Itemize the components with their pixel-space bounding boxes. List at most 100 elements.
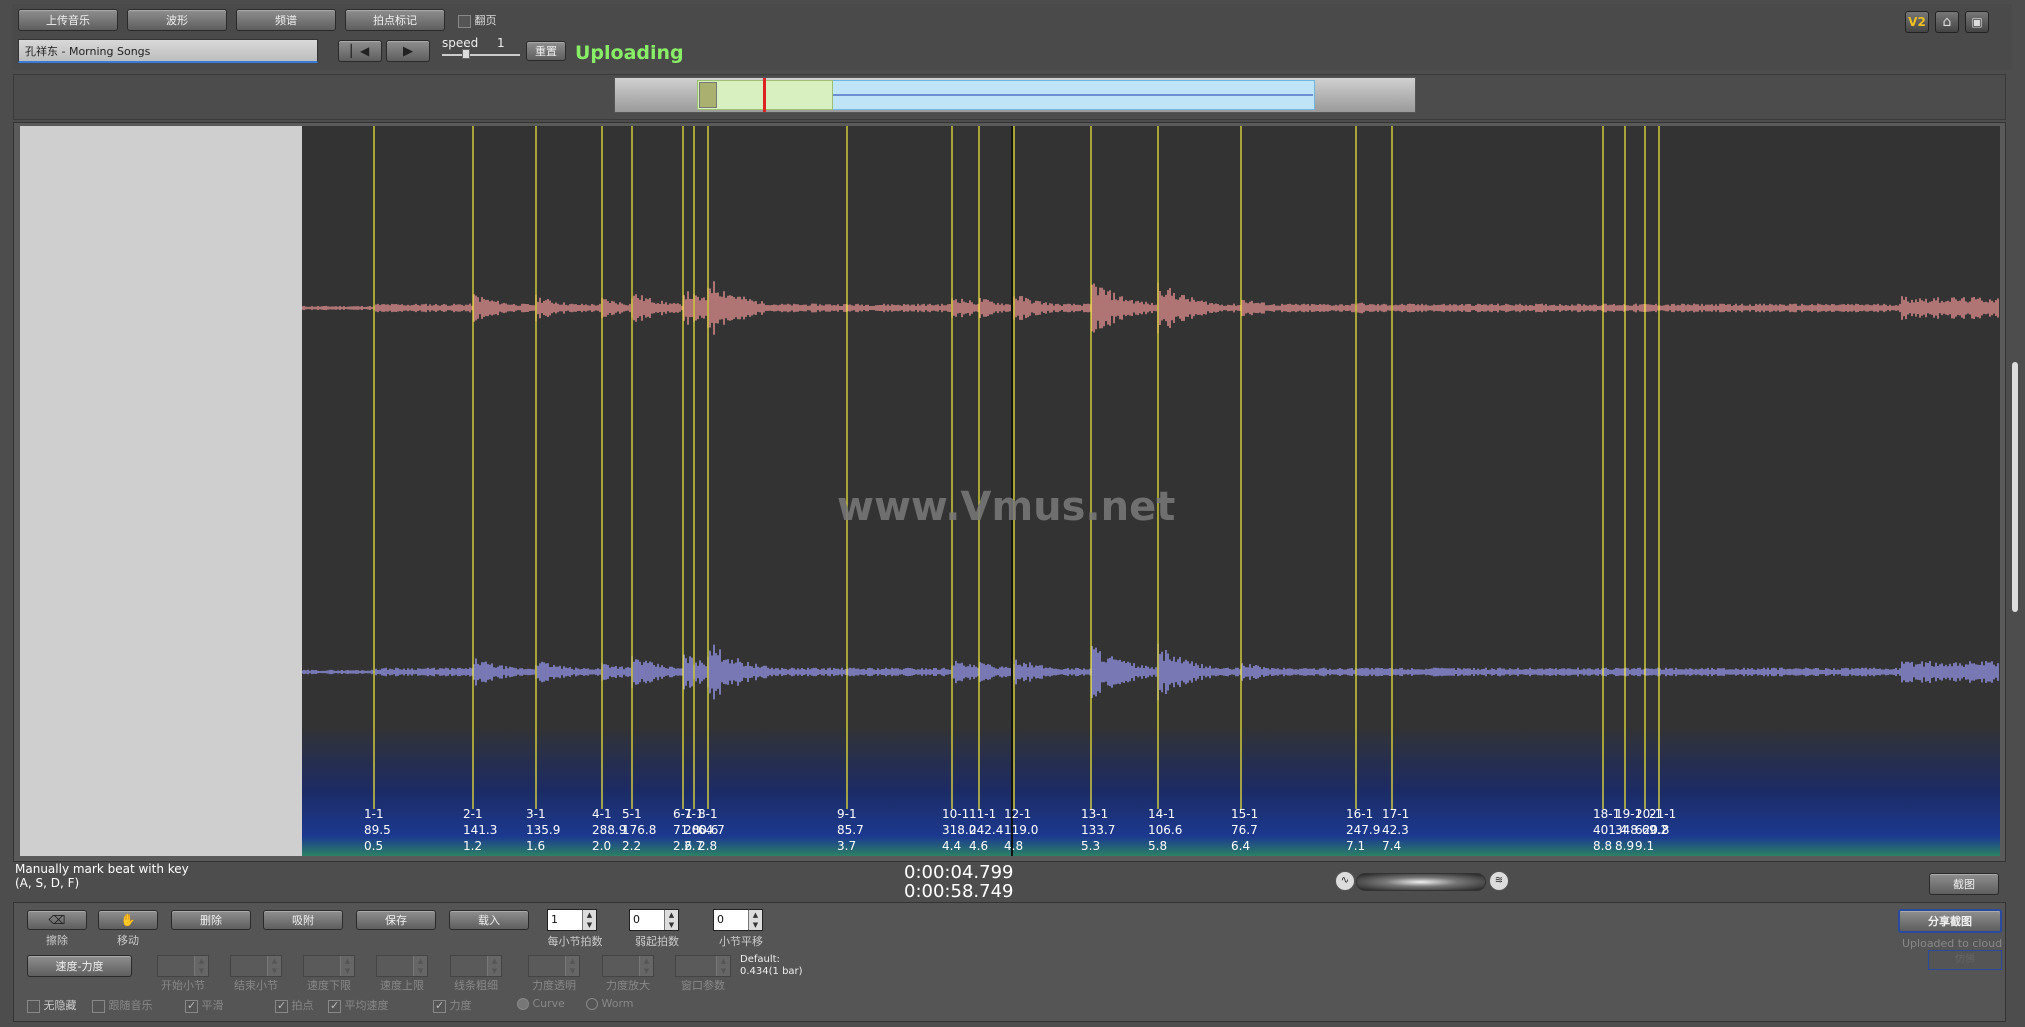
option-dynamics[interactable]: 力度 bbox=[433, 997, 472, 1013]
option-beat-label: 拍点 bbox=[291, 999, 314, 1012]
spectrum-button[interactable]: 频谱 bbox=[236, 9, 336, 31]
page-turn-label: 翻页 bbox=[474, 14, 497, 27]
tempo-dynamics-button[interactable]: 速度-力度 bbox=[27, 955, 132, 977]
share-screenshot-button[interactable]: 分享截图 bbox=[1898, 909, 2002, 933]
checkbox-box[interactable] bbox=[328, 999, 341, 1013]
vertical-scrollbar[interactable] bbox=[2012, 362, 2018, 612]
waveform-zoom-in-icon[interactable]: ≋ bbox=[1489, 871, 1509, 891]
beat-marker-label: 1-1 bbox=[364, 807, 384, 821]
beat-mark-button[interactable]: 拍点标记 bbox=[345, 9, 445, 31]
beat-marker-time: 7.4 bbox=[1382, 839, 1402, 853]
option-follow-music[interactable]: 跟随音乐 bbox=[92, 997, 153, 1013]
beat-marker-label: 12-1 119.0 4.8 bbox=[1004, 806, 1038, 854]
page-turn-checkbox[interactable]: 翻页 bbox=[458, 12, 497, 28]
radio-dot[interactable] bbox=[517, 998, 529, 1010]
beat-marker-tempo: 64.7 bbox=[698, 823, 725, 837]
overview-playhead[interactable] bbox=[763, 78, 766, 112]
beat-marker-label: 3-1 bbox=[526, 807, 546, 821]
hint-line1: Manually mark beat with key bbox=[15, 862, 189, 876]
move-button[interactable]: ✋ bbox=[98, 910, 158, 930]
snap-button[interactable]: 吸附 bbox=[263, 910, 343, 930]
current-time: 0:00:04.799 bbox=[904, 862, 1014, 883]
beat-marker-tempo: 119.0 bbox=[1004, 823, 1039, 837]
option-no-hide-label: 无隐藏 bbox=[43, 999, 77, 1012]
play-button[interactable]: ▶ bbox=[386, 40, 430, 62]
option-no-hide[interactable]: 无隐藏 bbox=[27, 997, 77, 1013]
beat-marker-tempo: 76.7 bbox=[1231, 823, 1258, 837]
upload-music-button[interactable]: 上传音乐 bbox=[18, 9, 118, 31]
watermark: www.Vmus.net bbox=[837, 484, 1176, 530]
checkbox-box[interactable] bbox=[92, 999, 105, 1013]
beat-marker-label: 9-1 85.7 3.7 bbox=[837, 806, 864, 854]
beat-marker-tempo: 242.4 bbox=[969, 823, 1004, 837]
eraser-icon: ⌫ bbox=[48, 913, 66, 927]
overview-window-handle[interactable] bbox=[699, 82, 717, 108]
beat-marker-time: 2.8 bbox=[698, 839, 718, 853]
tempo-lower-stepper[interactable]: ▲ ▼ bbox=[303, 955, 355, 977]
v2-icon[interactable]: V2 bbox=[1905, 11, 1929, 33]
checkbox-box[interactable] bbox=[458, 14, 471, 28]
beat-marker-time: 3.7 bbox=[837, 839, 857, 853]
save-button[interactable]: 保存 bbox=[356, 910, 436, 930]
move-label: 移动 bbox=[117, 934, 139, 947]
fullscreen-icon[interactable]: ▣ bbox=[1965, 11, 1989, 33]
line-width-stepper[interactable]: ▲ ▼ bbox=[450, 955, 502, 977]
beat-marker-label: 15-1 76.7 6.4 bbox=[1231, 806, 1258, 854]
dynamics-zoom-label: 力度放大 bbox=[606, 979, 650, 992]
option-avg-tempo[interactable]: 平均速度 bbox=[328, 997, 389, 1013]
end-bar-stepper[interactable]: ▲ ▼ bbox=[230, 955, 282, 977]
beat-marker-label: 12-1 bbox=[1004, 807, 1032, 821]
beat-marker-label: 5-1 176.8 2.2 bbox=[622, 806, 656, 854]
delete-button[interactable]: 删除 bbox=[171, 910, 251, 930]
speed-slider[interactable] bbox=[442, 49, 520, 59]
window-param-stepper[interactable]: ▲ ▼ bbox=[675, 955, 731, 977]
beats-per-bar-stepper[interactable]: 1 ▲ ▼ bbox=[547, 909, 597, 931]
beat-marker-tempo: 176.8 bbox=[622, 823, 657, 837]
end-bar-label: 结束小节 bbox=[234, 979, 278, 992]
option-curve[interactable]: Curve bbox=[517, 997, 565, 1010]
waveform-canvas[interactable]: 1-1 89.5 0.5 2-1 141.3 1.2 3-1 135.9 1.6 4-1 288.9… bbox=[302, 126, 2000, 856]
erase-button[interactable]: ⌫ bbox=[27, 910, 87, 930]
checkbox-box[interactable] bbox=[275, 999, 288, 1013]
beat-marker-time: 4.8 bbox=[1004, 839, 1024, 853]
waveform-zoom-out-icon[interactable]: ∿ bbox=[1335, 871, 1355, 891]
speed-slider-thumb[interactable] bbox=[462, 49, 470, 59]
dynamics-zoom-stepper[interactable]: ▲ ▼ bbox=[602, 955, 654, 977]
zoom-slider[interactable] bbox=[1356, 873, 1486, 891]
beat-marker-time: 0.5 bbox=[364, 839, 384, 853]
screenshot-button[interactable]: 截图 bbox=[1929, 873, 1999, 895]
checkbox-box[interactable] bbox=[27, 999, 40, 1013]
tempo-upper-label: 速度上限 bbox=[380, 979, 424, 992]
dynamics-alpha-label: 力度透明 bbox=[532, 979, 576, 992]
beat-marker-tempo: 133.7 bbox=[1081, 823, 1116, 837]
start-bar-stepper[interactable]: ▲ ▼ bbox=[157, 955, 209, 977]
beat-marker-label: 17-1 42.3 7.4 bbox=[1382, 806, 1409, 854]
option-worm[interactable]: Worm bbox=[586, 997, 634, 1010]
previous-button[interactable]: ▏◀ bbox=[338, 40, 382, 62]
uploaded-to-cloud: Uploaded to cloud bbox=[1902, 937, 2003, 950]
beat-marker-label: 14-1 106.6 5.8 bbox=[1148, 806, 1182, 854]
beat-marker-label: 11-1 bbox=[969, 807, 997, 821]
load-button[interactable]: 载入 bbox=[449, 910, 529, 930]
tempo-upper-stepper[interactable]: ▲ ▼ bbox=[376, 955, 428, 977]
dynamics-alpha-stepper[interactable]: ▲ ▼ bbox=[528, 955, 580, 977]
bar-offset-label: 小节平移 bbox=[719, 935, 763, 948]
beat-marker-label: 16-1 bbox=[1346, 807, 1374, 821]
overview-track[interactable] bbox=[614, 77, 1416, 113]
reset-button[interactable]: 重置 bbox=[526, 41, 566, 61]
option-smooth[interactable]: 平滑 bbox=[185, 997, 224, 1013]
skip-back-icon: ▏◀ bbox=[350, 44, 370, 58]
checkbox-box[interactable] bbox=[433, 999, 446, 1013]
home-icon[interactable]: ⌂ bbox=[1935, 11, 1959, 33]
option-beat[interactable]: 拍点 bbox=[275, 997, 314, 1013]
track-name-field[interactable]: 孔祥东 - Morning Songs bbox=[18, 39, 318, 63]
waveform-button[interactable]: 波形 bbox=[127, 9, 227, 31]
upload-status: Uploading bbox=[575, 42, 684, 64]
checkbox-box[interactable] bbox=[185, 999, 198, 1013]
radio-dot[interactable] bbox=[586, 998, 598, 1010]
bar-offset-stepper[interactable]: 0 ▲ ▼ bbox=[713, 909, 763, 931]
cloud-small-button[interactable]: 仿佛 bbox=[1928, 950, 2002, 970]
total-time: 0:00:58.749 bbox=[904, 881, 1014, 902]
option-avg-tempo-label: 平均速度 bbox=[344, 999, 389, 1012]
pickup-beats-stepper[interactable]: 0 ▲ ▼ bbox=[629, 909, 679, 931]
